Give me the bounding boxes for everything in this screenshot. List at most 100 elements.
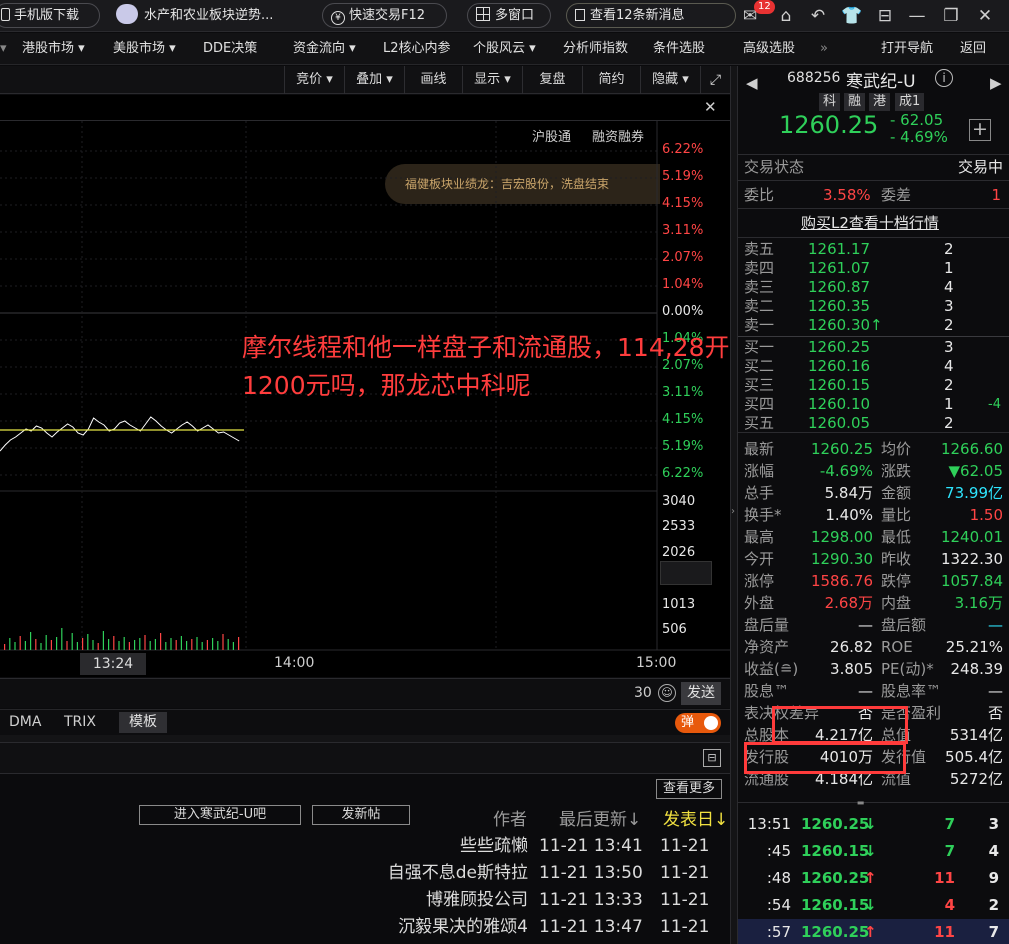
last-update-column-header[interactable]: 最后更新↓ <box>559 805 641 830</box>
home-icon[interactable]: ⌂ <box>774 4 798 28</box>
orderbook-divider <box>738 336 1009 337</box>
grid-icon <box>476 7 490 21</box>
shirt-icon[interactable]: 👕 <box>840 4 864 28</box>
tick-row[interactable]: :48 1260.25 ↑ 11 9 <box>738 865 1009 892</box>
menu-advanced-screener[interactable]: 高级选股 <box>743 33 795 65</box>
resize-handle[interactable] <box>0 735 730 742</box>
info-icon[interactable]: i <box>935 69 953 87</box>
restore-icon[interactable]: ❐ <box>939 4 963 28</box>
menu-dde[interactable]: DDE决策 <box>203 33 257 65</box>
menu-us-market[interactable]: 美股市场 ▾ <box>113 33 176 65</box>
fullscreen-icon[interactable]: ⤢ <box>700 66 730 94</box>
volume-tick-label: 3040 <box>662 494 696 509</box>
indicator-trix[interactable]: TRIX <box>64 714 96 730</box>
menu-open-nav[interactable]: 打开导航 <box>881 33 933 65</box>
minimize-icon[interactable]: — <box>905 4 929 28</box>
news-ticker[interactable]: 水产和农业板块逆势... <box>110 3 310 28</box>
volume-bar <box>92 640 94 650</box>
forum-post-row[interactable]: 自强不息de斯特拉 11-21 13:50 11-21 <box>0 860 730 887</box>
menu-l2-core[interactable]: L2核心内参 <box>383 33 451 65</box>
tick-row[interactable]: :45 1260.15 ↓ 7 4 <box>738 838 1009 865</box>
volume-bar <box>30 632 32 650</box>
tick-direction-icon: ↓ <box>864 842 877 860</box>
menu-stock-news[interactable]: 个股风云 ▾ <box>473 33 536 65</box>
stock-tag[interactable]: 融 <box>844 93 866 111</box>
quick-trade-button[interactable]: ¥ 快速交易F12 <box>322 3 447 28</box>
percent-tick-label: 1.04% <box>662 277 704 292</box>
menu-back[interactable]: 返回 <box>960 33 986 65</box>
view-messages-button[interactable]: 查看12条新消息 <box>566 3 736 28</box>
volume-bar <box>212 638 214 650</box>
tick-time: :48 <box>766 869 791 887</box>
tick-count: 9 <box>988 869 999 887</box>
stat-value: 1.40% <box>825 506 873 524</box>
buy-l2-link[interactable]: 购买L2查看十档行情 <box>801 212 939 233</box>
forum-post-row[interactable]: 沉毅果决的雅颂4 11-21 13:47 11-21 <box>0 914 730 941</box>
tick-row[interactable]: :57 1260.25 ↑ 11 7 <box>738 919 1009 944</box>
post-author[interactable]: 沉毅果决的雅颂4 <box>398 914 528 941</box>
tick-row[interactable]: :54 1260.15 ↓ 4 2 <box>738 892 1009 919</box>
forum-post-row[interactable]: 博雅顾投公司 11-21 13:33 11-21 <box>0 887 730 914</box>
stock-tag[interactable]: 科 <box>819 93 841 111</box>
stock-tag[interactable]: 成1 <box>895 93 925 111</box>
comment-input[interactable] <box>0 683 655 705</box>
volume-bar <box>217 641 219 650</box>
add-watchlist-icon[interactable]: + <box>969 119 991 141</box>
panel-divider[interactable]: › <box>730 66 738 944</box>
volume-bar <box>40 643 42 650</box>
forum-post-row[interactable]: 些些疏懒 11-21 13:41 11-21 <box>0 833 730 860</box>
simple-button[interactable]: 简约 <box>582 66 640 94</box>
emoji-icon[interactable]: ☺ <box>658 684 676 702</box>
menu-analyst-index[interactable]: 分析师指数 <box>563 33 628 65</box>
toggle-knob <box>704 716 718 730</box>
auction-button[interactable]: 竞价 ▾ <box>284 66 344 94</box>
prev-stock-icon[interactable]: ◀ <box>746 74 758 92</box>
view-more-button[interactable]: 查看更多 <box>656 779 722 799</box>
ask-row: 卖二 1260.35 3 <box>738 297 1009 316</box>
indicator-dma[interactable]: DMA <box>9 714 41 730</box>
menu-capital-flow[interactable]: 资金流向 ▾ <box>293 33 356 65</box>
post-date-column-header[interactable]: 发表日↓ <box>663 805 728 830</box>
menu-stock-screener[interactable]: 条件选股 <box>653 33 705 65</box>
post-author[interactable]: 博雅顾投公司 <box>426 887 528 914</box>
display-button[interactable]: 显示 ▾ <box>462 66 522 94</box>
post-author[interactable]: 些些疏懒 <box>460 833 528 860</box>
replay-button[interactable]: 复盘 <box>522 66 582 94</box>
tick-row[interactable]: 13:51 1260.25 ↓ 7 3 <box>738 811 1009 838</box>
overlay-button[interactable]: 叠加 ▾ <box>344 66 404 94</box>
author-column-header[interactable]: 作者 <box>493 805 527 830</box>
volume-tick-label: 506 <box>662 622 687 637</box>
new-post-button[interactable]: 发新帖 <box>312 805 410 825</box>
template-button[interactable]: 模板 <box>119 712 167 733</box>
minimize-small-icon[interactable]: ⊟ <box>873 4 897 28</box>
intraday-chart[interactable]: ✕ 沪股通 融资融券 福健板块业绩龙：吉宏股份，洗盘结束 6.22% 5.19% 4… <box>0 95 829 677</box>
multi-window-button[interactable]: 多窗口 <box>467 3 551 28</box>
close-icon[interactable]: ✕ <box>973 4 997 28</box>
mobile-download-button[interactable]: 手机版下载 <box>0 3 100 28</box>
draw-line-button[interactable]: 画线 <box>404 66 462 94</box>
volume-bar <box>82 638 84 650</box>
popup-toggle[interactable]: 弹 <box>675 713 721 733</box>
dock-icon[interactable]: ⊟ <box>703 749 721 767</box>
back-icon[interactable]: ↶ <box>806 4 830 28</box>
stat-value: 2.68万 <box>824 594 873 612</box>
collapse-arrow-icon[interactable]: › <box>731 506 737 517</box>
tick-volume: 11 <box>934 869 955 887</box>
next-stock-icon[interactable]: ▶ <box>990 74 1002 92</box>
percent-tick-label: 5.19% <box>662 439 704 454</box>
yuan-icon: ¥ <box>331 11 345 25</box>
post-author[interactable]: 自强不息de斯特拉 <box>388 860 528 887</box>
hide-button[interactable]: 隐藏 ▾ <box>640 66 700 94</box>
menu-hk-market[interactable]: 港股市场 ▾ <box>22 33 85 65</box>
volume-tick-label: 2026 <box>662 545 696 560</box>
stock-tag[interactable]: 港 <box>869 93 891 111</box>
trade-status-row: 交易状态 交易中 <box>744 158 1003 176</box>
volume-bar <box>186 641 188 650</box>
bid-label: 买三 <box>744 376 775 394</box>
scroll-dots[interactable]: ▬ <box>838 798 883 808</box>
menu-more[interactable]: » <box>820 33 828 65</box>
stat-label: 涨停 <box>744 572 775 590</box>
ask-price: 1260.35 <box>808 297 871 315</box>
send-button[interactable]: 发送 <box>681 682 721 705</box>
enter-forum-button[interactable]: 进入寒武纪-U吧 <box>139 805 301 825</box>
